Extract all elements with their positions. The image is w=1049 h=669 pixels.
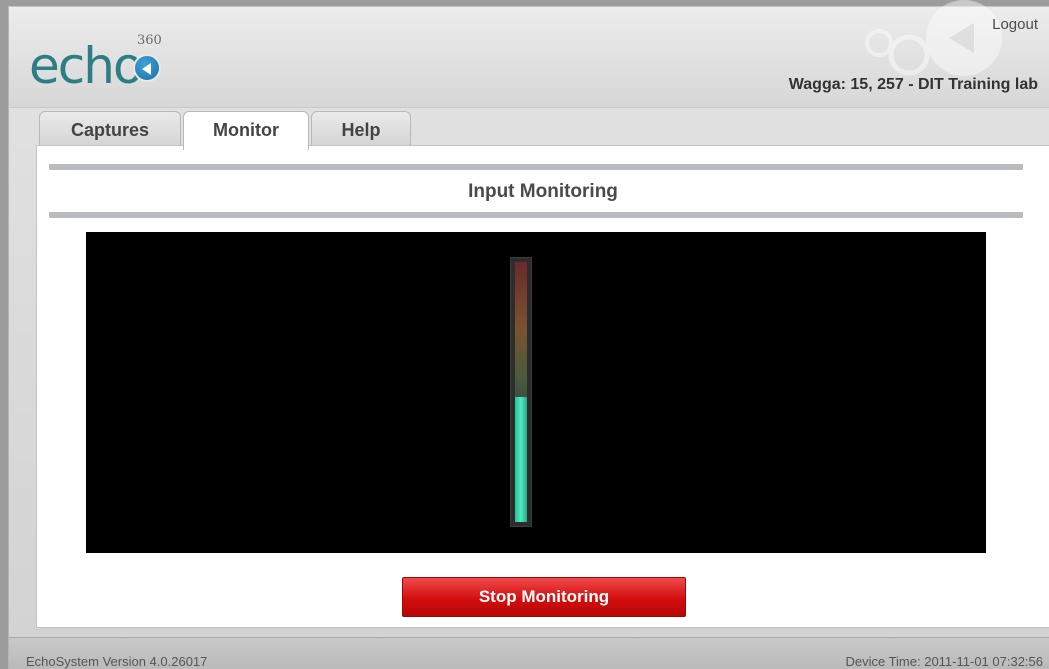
device-time: Device Time: 2011-11-01 07:32:56	[845, 654, 1043, 669]
top-divider	[49, 164, 1023, 170]
logout-link[interactable]: Logout	[992, 16, 1038, 33]
echo360-logo: echo 360	[29, 33, 189, 95]
app-frame: echo 360 Logout Wagga: 15, 257 - DIT Tra…	[8, 0, 1049, 669]
watermark-icon	[865, 0, 1002, 76]
tab-help[interactable]: Help	[311, 111, 411, 147]
video-preview	[86, 232, 986, 553]
section-title: Input Monitoring	[468, 181, 618, 202]
room-label: Wagga: 15, 257 - DIT Training lab	[788, 76, 1038, 93]
stop-monitoring-button[interactable]: Stop Monitoring	[402, 577, 686, 617]
logo-superscript: 360	[137, 33, 162, 48]
footer: EchoSystem Version 4.0.26017 Device Time…	[9, 637, 1049, 669]
tab-monitor[interactable]: Monitor	[183, 111, 309, 150]
audio-level-meter	[510, 257, 532, 527]
logo-text: echo	[29, 37, 144, 95]
bottom-divider	[49, 212, 1023, 218]
tab-captures[interactable]: Captures	[39, 111, 181, 147]
header: echo 360 Logout Wagga: 15, 257 - DIT Tra…	[9, 0, 1049, 107]
monitor-panel: Input Monitoring Stop Monitoring	[36, 145, 1049, 628]
version-text: EchoSystem Version 4.0.26017	[26, 654, 208, 669]
tab-bar: Captures Monitor Help	[9, 107, 1049, 150]
echo-play-icon	[133, 54, 161, 82]
meter-level-fill	[515, 397, 527, 522]
